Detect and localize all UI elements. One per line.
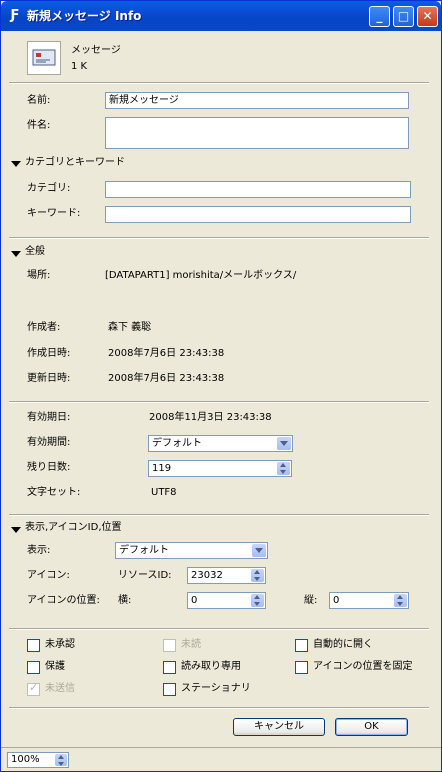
created-value: 2008年7月6日 23:43:38	[108, 348, 225, 359]
charset-label: 文字セット:	[27, 487, 81, 498]
lock-icon-position-label: アイコンの位置を固定	[313, 661, 413, 672]
created-label: 作成日時:	[27, 348, 71, 359]
close-button[interactable]: ✕	[417, 6, 438, 27]
view-select-value: デフォルト	[119, 545, 169, 556]
stationery-checkbox[interactable]	[163, 683, 176, 696]
icon-position-label: アイコンの位置:	[27, 595, 100, 606]
cancel-button[interactable]: キャンセル	[233, 718, 325, 736]
category-input[interactable]	[105, 181, 411, 198]
protected-label: 保護	[45, 661, 65, 672]
location-value: [DATAPART1] morishita/メールボックス/	[105, 270, 297, 281]
category-section-header[interactable]: カテゴリとキーワード	[25, 156, 125, 170]
spin-arrows-icon[interactable]	[251, 594, 264, 607]
status-bar: 100%	[1, 747, 441, 771]
disclosure-triangle-icon[interactable]	[11, 251, 21, 257]
title-bar[interactable]: Ƒ 新規メッセージ Info _ □ ✕	[1, 1, 441, 31]
ok-button[interactable]: OK	[335, 718, 408, 736]
separator	[9, 82, 429, 84]
vertical-value: 0	[333, 595, 340, 606]
chevron-down-icon[interactable]	[252, 544, 266, 557]
auto-open-label: 自動的に開く	[313, 639, 373, 650]
window-title: 新規メッセージ Info	[27, 9, 142, 23]
unread-checkbox	[163, 639, 176, 652]
charset-value: UTF8	[151, 487, 177, 498]
subject-label: 件名:	[27, 120, 51, 131]
check-icon: ✓	[29, 681, 39, 694]
separator	[9, 628, 429, 630]
file-size: 1 K	[71, 61, 88, 72]
vertical-label: 縦:	[304, 595, 318, 606]
name-label: 名前:	[27, 95, 51, 106]
unread-label: 未読	[181, 639, 201, 650]
info-window: Ƒ 新規メッセージ Info _ □ ✕ メッセージ 1 K 名前: 新規メッセ…	[0, 0, 442, 772]
spin-arrows-icon[interactable]	[251, 569, 264, 582]
view-select[interactable]: デフォルト	[115, 542, 268, 559]
subject-input[interactable]	[105, 117, 409, 149]
modified-label: 更新日時:	[27, 373, 71, 384]
display-section-header[interactable]: 表示,アイコンID,位置	[25, 521, 122, 535]
app-icon: Ƒ	[10, 8, 20, 23]
resource-id-stepper[interactable]: 23032	[187, 567, 266, 584]
separator	[9, 514, 429, 516]
maximize-button[interactable]: □	[393, 6, 414, 27]
envelope-icon	[27, 41, 61, 75]
horizontal-value: 0	[191, 595, 198, 606]
resource-id-label: リソースID:	[118, 570, 172, 581]
unapproved-label: 未承認	[45, 639, 75, 650]
period-label: 有効期間:	[27, 437, 71, 448]
view-label: 表示:	[27, 545, 51, 556]
period-select-value: デフォルト	[152, 438, 202, 449]
unsent-label: 未送信	[45, 683, 75, 694]
zoom-select[interactable]: 100%	[7, 752, 69, 768]
location-label: 場所:	[27, 270, 51, 281]
disclosure-triangle-icon[interactable]	[11, 527, 21, 533]
separator	[9, 401, 429, 403]
author-value: 森下 義聡	[108, 322, 152, 333]
horizontal-label: 横:	[118, 595, 132, 606]
stationery-label: ステーショナリ	[181, 683, 251, 694]
icon-label: アイコン:	[27, 570, 70, 581]
author-label: 作成者:	[27, 322, 61, 333]
spin-arrows-icon[interactable]	[394, 594, 407, 607]
spin-arrows-icon[interactable]	[277, 462, 290, 475]
separator	[9, 707, 429, 709]
auto-open-checkbox[interactable]	[295, 639, 308, 652]
keyword-input[interactable]	[105, 206, 411, 223]
zoom-value: 100%	[11, 754, 40, 765]
general-section-header[interactable]: 全般	[25, 245, 45, 259]
expire-date-label: 有効期日:	[27, 412, 71, 423]
modified-value: 2008年7月6日 23:43:38	[108, 373, 225, 384]
horizontal-stepper[interactable]: 0	[187, 592, 266, 609]
category-label: カテゴリ:	[27, 183, 71, 194]
protected-checkbox[interactable]	[27, 661, 40, 674]
unapproved-checkbox[interactable]	[27, 639, 40, 652]
resource-id-value: 23032	[191, 570, 223, 581]
separator	[9, 237, 429, 239]
minimize-button[interactable]: _	[369, 6, 390, 27]
vertical-stepper[interactable]: 0	[329, 592, 409, 609]
lock-icon-position-checkbox[interactable]	[295, 661, 308, 674]
days-left-value: 119	[152, 463, 172, 474]
spin-arrows-icon[interactable]	[55, 754, 67, 766]
name-input[interactable]: 新規メッセージ	[105, 92, 409, 109]
days-left-stepper[interactable]: 119	[148, 460, 292, 477]
read-only-checkbox[interactable]	[163, 661, 176, 674]
keyword-label: キーワード:	[27, 208, 81, 219]
expire-date-value: 2008年11月3日 23:43:38	[149, 412, 272, 423]
period-select[interactable]: デフォルト	[148, 435, 293, 452]
days-left-label: 残り日数:	[27, 462, 71, 473]
file-kind: メッセージ	[71, 45, 121, 56]
chevron-down-icon[interactable]	[277, 437, 291, 450]
unsent-checkbox: ✓	[27, 681, 40, 696]
disclosure-triangle-icon[interactable]	[11, 161, 21, 167]
read-only-label: 読み取り専用	[181, 661, 241, 672]
